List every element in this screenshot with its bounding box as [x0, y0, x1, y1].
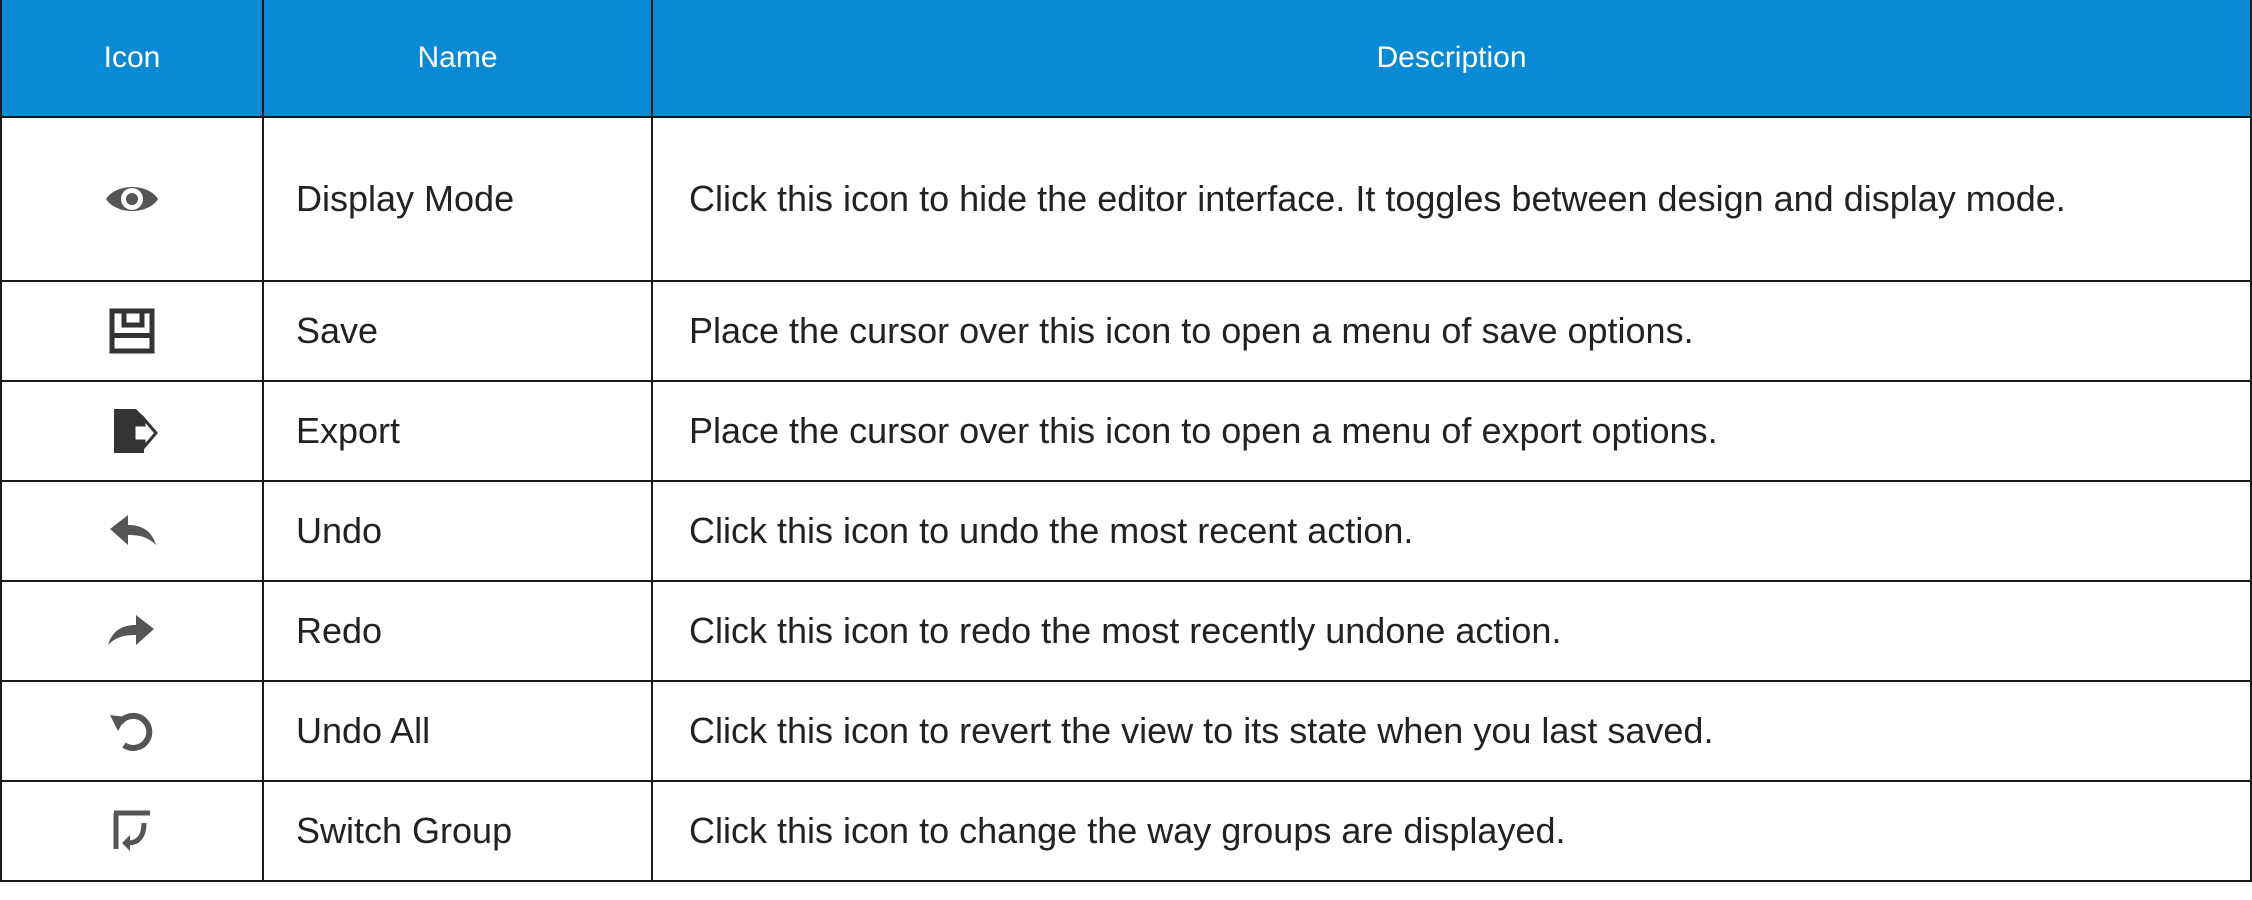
table-row: Redo Click this icon to redo the most re…: [0, 580, 2252, 682]
icon-cell: [0, 380, 264, 482]
table-row: Undo All Click this icon to revert the v…: [0, 680, 2252, 782]
name-cell: Redo: [262, 580, 653, 682]
redo-arrow-icon: [104, 603, 160, 659]
description-cell: Place the cursor over this icon to open …: [651, 280, 2252, 382]
toolbar-icon-table: Icon Name Description Display Mode Click…: [0, 0, 2252, 882]
table-row: Undo Click this icon to undo the most re…: [0, 480, 2252, 582]
icon-cell: [0, 280, 264, 382]
icon-cell: [0, 480, 264, 582]
eye-icon: [104, 171, 160, 227]
table-row: Save Place the cursor over this icon to …: [0, 280, 2252, 382]
icon-cell: [0, 116, 264, 282]
icon-cell: [0, 580, 264, 682]
description-cell: Click this icon to revert the view to it…: [651, 680, 2252, 782]
export-icon: [104, 403, 160, 459]
description-cell: Click this icon to hide the editor inter…: [651, 116, 2252, 282]
table-row: Display Mode Click this icon to hide the…: [0, 116, 2252, 282]
name-cell: Display Mode: [262, 116, 653, 282]
header-name: Name: [262, 0, 653, 118]
description-cell: Click this icon to redo the most recentl…: [651, 580, 2252, 682]
undo-arrow-icon: [104, 503, 160, 559]
header-icon: Icon: [0, 0, 264, 118]
table-row: Export Place the cursor over this icon t…: [0, 380, 2252, 482]
name-cell: Save: [262, 280, 653, 382]
icon-cell: [0, 780, 264, 882]
name-cell: Switch Group: [262, 780, 653, 882]
icon-cell: [0, 680, 264, 782]
floppy-disk-icon: [104, 303, 160, 359]
description-cell: Click this icon to change the way groups…: [651, 780, 2252, 882]
switch-group-icon: [104, 803, 160, 859]
description-cell: Click this icon to undo the most recent …: [651, 480, 2252, 582]
name-cell: Undo All: [262, 680, 653, 782]
name-cell: Undo: [262, 480, 653, 582]
undo-all-icon: [104, 703, 160, 759]
description-cell: Place the cursor over this icon to open …: [651, 380, 2252, 482]
table-header-row: Icon Name Description: [0, 0, 2252, 118]
name-cell: Export: [262, 380, 653, 482]
header-description: Description: [651, 0, 2252, 118]
page: Icon Name Description Display Mode Click…: [0, 0, 2252, 900]
table-row: Switch Group Click this icon to change t…: [0, 780, 2252, 882]
